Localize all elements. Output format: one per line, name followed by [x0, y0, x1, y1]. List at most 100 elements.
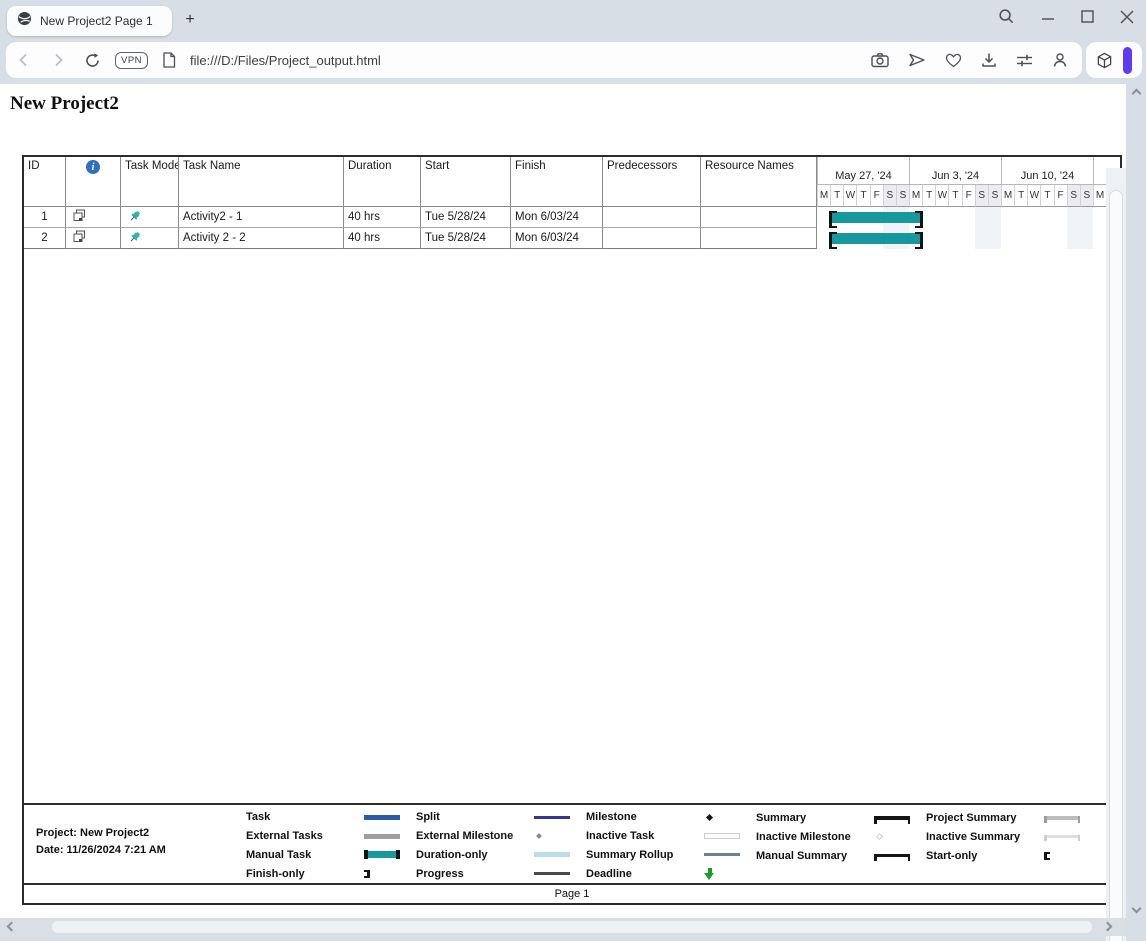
day-header-cell: T [922, 185, 935, 207]
column-header-duration: Duration [344, 157, 421, 207]
url-field[interactable]: file:///D:/Files/Project_output.html [190, 53, 857, 68]
task-mode-cell [121, 228, 179, 249]
camera-icon[interactable] [871, 52, 889, 68]
legend-item: Inactive Summary [926, 827, 1096, 846]
legend-label: External Milestone [416, 830, 534, 842]
legend-label: Milestone [586, 811, 704, 823]
legend-item: Manual Summary [756, 846, 926, 865]
summary-rollup-swatch-icon [704, 853, 756, 856]
vpn-badge[interactable]: VPN [115, 52, 148, 69]
manual-summary-swatch-icon [874, 854, 926, 857]
legend-item: Deadline [586, 864, 756, 883]
legend-column: Milestone Inactive Task Summary Rollup Dead… [586, 808, 756, 883]
day-header-cell: T [1014, 185, 1027, 207]
scroll-down-icon[interactable] [1132, 904, 1142, 914]
task-id-cell: 1 [24, 207, 66, 228]
legend-column: Summary Inactive Milestone Manual Summary [756, 808, 926, 883]
tasks-icon [70, 230, 86, 246]
legend-label: Manual Summary [756, 850, 874, 862]
task-resources-cell [701, 207, 817, 228]
column-header-id: ID [24, 157, 66, 207]
task-start-cell: Tue 5/28/24 [421, 228, 511, 249]
legend-label: Summary Rollup [586, 849, 704, 861]
legend-item: External Milestone [416, 827, 586, 846]
task-duration-cell: 40 hrs [344, 207, 421, 228]
extensions-area [1086, 42, 1142, 78]
day-header-cell: S [975, 185, 988, 207]
legend-item: Summary [756, 808, 926, 827]
page-title: New Project2 [10, 93, 119, 115]
info-icon: i [86, 160, 100, 174]
split-swatch-icon [534, 816, 586, 819]
legend-label: Start-only [926, 850, 1044, 862]
legend-label: Inactive Task [586, 830, 704, 842]
gantt-timeline: May 27, '24Jun 3, '24Jun 10, '24Jun 17, … [817, 157, 1120, 249]
external-milestone-swatch-icon [534, 834, 586, 838]
pushpin-icon [125, 209, 142, 226]
minimize-button[interactable] [1041, 10, 1055, 24]
extension-pill[interactable] [1123, 47, 1132, 74]
task-predecessors-cell [603, 207, 701, 228]
legend-item: Progress [416, 864, 586, 883]
scroll-up-icon[interactable] [1132, 89, 1142, 99]
day-header-cell: F [1054, 185, 1067, 207]
browser-window: New Project2 Page 1 + VPN file:///D:/Fil… [0, 0, 1146, 941]
task-grid: IDiTask ModeTask NameDurationStartFinish… [24, 157, 817, 249]
page-file-icon[interactable] [162, 52, 176, 68]
vertical-scrollbar[interactable] [1106, 168, 1126, 941]
task-resources-cell [701, 228, 817, 249]
day-header-cell: T [948, 185, 961, 207]
legend-label: Manual Task [246, 849, 364, 861]
search-icon[interactable] [998, 8, 1015, 25]
legend-label: Project Summary [926, 812, 1044, 824]
finish-only-swatch-icon [364, 870, 416, 878]
task-mode-cell [121, 207, 179, 228]
summary-swatch-icon [874, 816, 926, 820]
close-button[interactable] [1120, 10, 1134, 24]
weekend-band [975, 228, 1001, 249]
legend-item: Inactive Milestone [756, 827, 926, 846]
day-header-cell: F [870, 185, 883, 207]
timeline-day-row: MTWTFSSMTWTFSSMTWTFSSMTWTFSS [817, 185, 1120, 207]
user-icon[interactable] [1052, 52, 1068, 68]
external-tasks-swatch-icon [364, 834, 416, 839]
column-header-resource-names: Resource Names [701, 157, 817, 207]
vertical-scrollbar-thumb[interactable] [1109, 190, 1123, 941]
tune-icon[interactable] [1016, 53, 1033, 68]
project-date-line: Date: 11/26/2024 7:21 AM [36, 844, 246, 856]
task-name-cell: Activity2 - 1 [179, 207, 344, 228]
forward-icon[interactable] [50, 52, 66, 68]
cube-extension-icon[interactable] [1096, 52, 1113, 69]
day-header-cell: M [1001, 185, 1014, 207]
task-indicator-cell [66, 207, 121, 228]
back-icon[interactable] [16, 52, 32, 68]
weekend-band [1067, 228, 1093, 249]
column-header-predecessors: Predecessors [603, 157, 701, 207]
table-row: 2Activity 2 - 240 hrsTue 5/28/24Mon 6/03… [24, 228, 817, 249]
day-header-cell: W [843, 185, 856, 207]
url-bar[interactable]: VPN file:///D:/Files/Project_output.html [6, 42, 1082, 78]
new-tab-button[interactable]: + [180, 10, 200, 30]
maximize-button[interactable] [1081, 10, 1094, 23]
send-icon[interactable] [908, 52, 926, 68]
legend-item: Task [246, 808, 416, 827]
gantt-row [817, 207, 1120, 228]
horizontal-scrollbar-thumb[interactable] [52, 921, 1092, 933]
download-icon[interactable] [981, 52, 997, 68]
heart-icon[interactable] [945, 53, 962, 68]
horizontal-scrollbar[interactable] [0, 918, 1126, 936]
legend-item: Start-only [926, 846, 1096, 865]
day-header-cell: M [909, 185, 922, 207]
gantt-bar [830, 233, 922, 244]
reload-icon[interactable] [84, 52, 101, 69]
day-header-cell: S [1080, 185, 1093, 207]
weekend-band [975, 207, 1001, 228]
browser-tab[interactable]: New Project2 Page 1 [7, 6, 172, 36]
gantt-row [817, 228, 1120, 249]
legend-column: TaskExternal TasksManual TaskFinish-only [246, 808, 416, 883]
task-name-cell: Activity 2 - 2 [179, 228, 344, 249]
task-swatch-icon [364, 815, 416, 820]
page-content: New Project2 IDiTask ModeTask NameDurati… [0, 84, 1126, 918]
legend-label: Summary [756, 812, 874, 824]
legend-info: Project: New Project2 Date: 11/26/2024 7… [24, 805, 246, 883]
